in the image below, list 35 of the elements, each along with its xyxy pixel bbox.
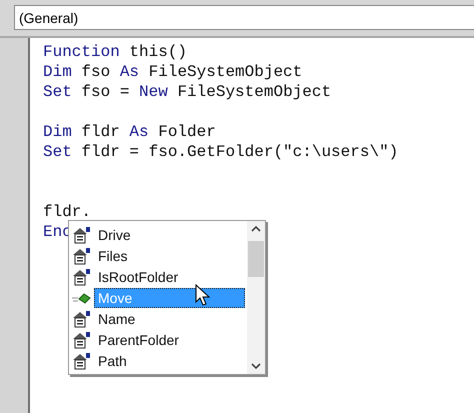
list-item[interactable]: ParentFolder [94,330,245,350]
code-keyword: Function [43,43,120,61]
property-icon [71,268,91,286]
code-keyword: As [129,123,149,141]
code-keyword: Set [43,143,72,161]
list-item[interactable]: IsRootFolder [94,266,245,286]
code-text: FileSystemObject [176,83,332,101]
code-keyword: Dim [43,123,72,141]
list-item[interactable]: Files [94,246,245,266]
scrollbar[interactable] [247,221,265,374]
scroll-thumb[interactable] [248,241,264,277]
property-icon [71,310,91,328]
code-keyword: Dim [43,63,72,81]
code-text: fso = [80,83,130,101]
code-text: fso [80,63,112,81]
code-keyword: Set [43,83,72,101]
property-icon [71,352,91,370]
code-keyword: New [139,83,168,101]
list-item[interactable]: Name [94,308,245,328]
code-text: this() [128,43,188,61]
list-item[interactable]: Path [94,350,245,370]
code-text: fldr. [43,203,92,221]
code-text: Folder [157,123,216,141]
code-text: fldr = fso.GetFolder("c:\users\") [80,143,398,161]
property-icon [71,226,91,244]
code-keyword: As [120,63,140,81]
code-text: fldr [80,123,121,141]
object-dropdown[interactable]: (General) [14,5,474,30]
property-icon [71,330,91,348]
scroll-down-icon[interactable] [251,362,261,370]
property-icon [71,246,91,264]
scroll-up-icon[interactable] [251,225,261,233]
code-text: FileSystemObject [148,63,302,81]
mouse-pointer-icon [195,284,211,308]
list-item[interactable]: Drive [94,224,245,244]
